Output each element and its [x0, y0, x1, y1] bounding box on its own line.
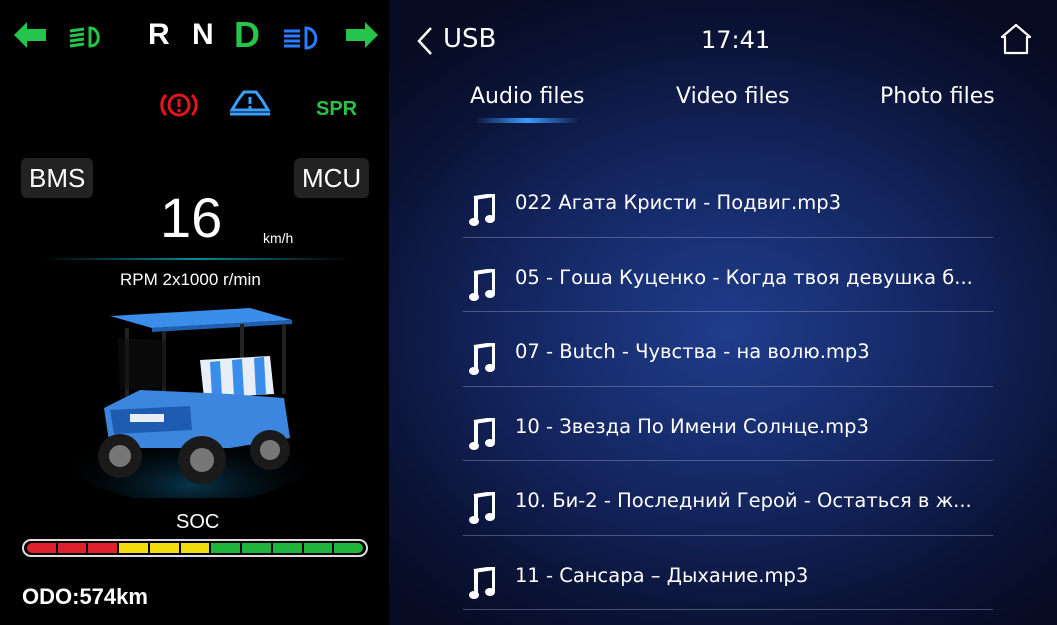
music-note-icon: [469, 194, 495, 226]
turn-right-icon: [346, 22, 378, 48]
speed-value: 16: [160, 186, 223, 249]
music-note-icon: [469, 492, 495, 524]
media-header: USB 17:41: [389, 0, 1057, 70]
file-name: 07 - Butch - Чувства - на волю.mp3: [515, 340, 870, 363]
golf-cart-image: [70, 308, 310, 498]
soc-segment: [334, 543, 364, 553]
gear-r: R: [148, 18, 170, 51]
home-icon[interactable]: [999, 22, 1033, 56]
music-note-icon: [469, 268, 495, 301]
back-label[interactable]: USB: [443, 24, 496, 54]
soc-segment: [88, 543, 118, 553]
speed-divider: [40, 258, 350, 260]
active-tab-indicator: [475, 118, 579, 123]
clock: 17:41: [701, 26, 771, 54]
vehicle-cluster: R N D SPR BMS MCU 16 km/h RPM 2x1000 r/m…: [0, 0, 389, 625]
music-note-icon: [469, 417, 495, 450]
file-name: 022 Агата Кристи - Подвиг.mp3: [515, 191, 842, 214]
low-beam-icon: [69, 26, 100, 48]
vehicle-warning-icon: [229, 90, 271, 116]
odometer: ODO:574km: [22, 584, 148, 609]
speed-unit: km/h: [263, 230, 294, 246]
soc-segment: [57, 543, 87, 553]
list-item[interactable]: 07 - Butch - Чувства - на волю.mp3: [463, 312, 993, 387]
file-name: 05 - Гоша Куценко - Когда твоя девушка б…: [515, 265, 973, 289]
list-item[interactable]: 11 - Сансара – Дыхание.mp3: [463, 536, 993, 610]
soc-label: SOC: [176, 511, 220, 533]
list-item[interactable]: 10 - Звезда По Имени Солнце.mp3: [463, 387, 993, 461]
soc-segment: [119, 543, 148, 553]
soc-segment: [303, 543, 333, 553]
list-item[interactable]: 10. Би-2 - Последний Герой - Остаться в …: [463, 461, 993, 536]
music-note-icon: [469, 343, 495, 375]
list-item[interactable]: 022 Агата Кристи - Подвиг.mp3: [463, 163, 993, 238]
soc-segment: [242, 543, 271, 553]
list-item[interactable]: 05 - Гоша Куценко - Когда твоя девушка б…: [463, 238, 993, 312]
indicator-bar: R N D: [10, 8, 385, 55]
file-name: 10 - Звезда По Имени Солнце.mp3: [515, 414, 869, 438]
spr-indicator: SPR: [316, 98, 358, 120]
file-name: 10. Би-2 - Последний Герой - Остаться в …: [515, 489, 972, 512]
bms-button[interactable]: BMS: [21, 158, 94, 198]
gear-n: N: [192, 18, 214, 51]
soc-segment: [180, 543, 210, 553]
soc-segment: [27, 543, 56, 553]
file-name: 11 - Сансара – Дыхание.mp3: [515, 563, 809, 587]
soc-segment: [211, 543, 241, 553]
mcu-button[interactable]: MCU: [294, 158, 370, 198]
rpm-readout: RPM 2x1000 r/min: [120, 270, 261, 289]
usb-media-browser: USB 17:41 Audio files Video files Photo …: [389, 0, 1057, 625]
soc-segment: [272, 543, 302, 553]
parking-brake-icon: [160, 93, 198, 117]
soc-bar: [22, 539, 368, 557]
tab-photo-files[interactable]: Photo files: [880, 84, 995, 109]
chevron-left-icon[interactable]: [415, 26, 435, 56]
tab-video-files[interactable]: Video files: [676, 84, 790, 109]
soc-segment: [149, 543, 179, 553]
tab-audio-files[interactable]: Audio files: [470, 84, 585, 109]
turn-left-icon: [14, 22, 46, 48]
file-list: 022 Агата Кристи - Подвиг.mp3 05 - Гоша …: [463, 163, 993, 610]
music-note-icon: [469, 566, 495, 599]
high-beam-icon: [284, 26, 318, 50]
gear-d: D: [234, 14, 260, 55]
